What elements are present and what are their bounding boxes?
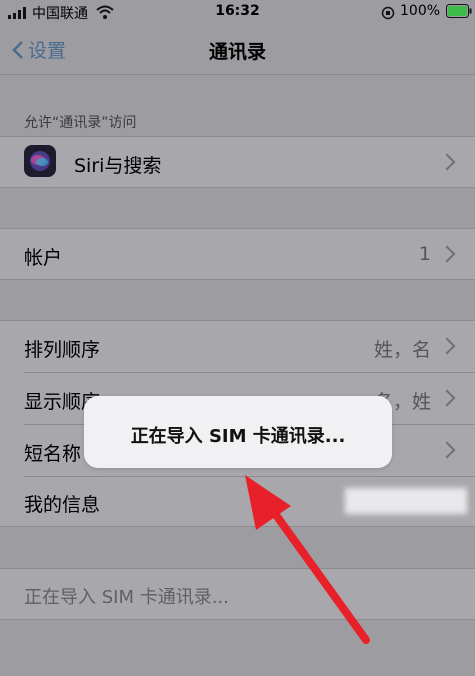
annotation-arrow-icon [245, 475, 370, 644]
